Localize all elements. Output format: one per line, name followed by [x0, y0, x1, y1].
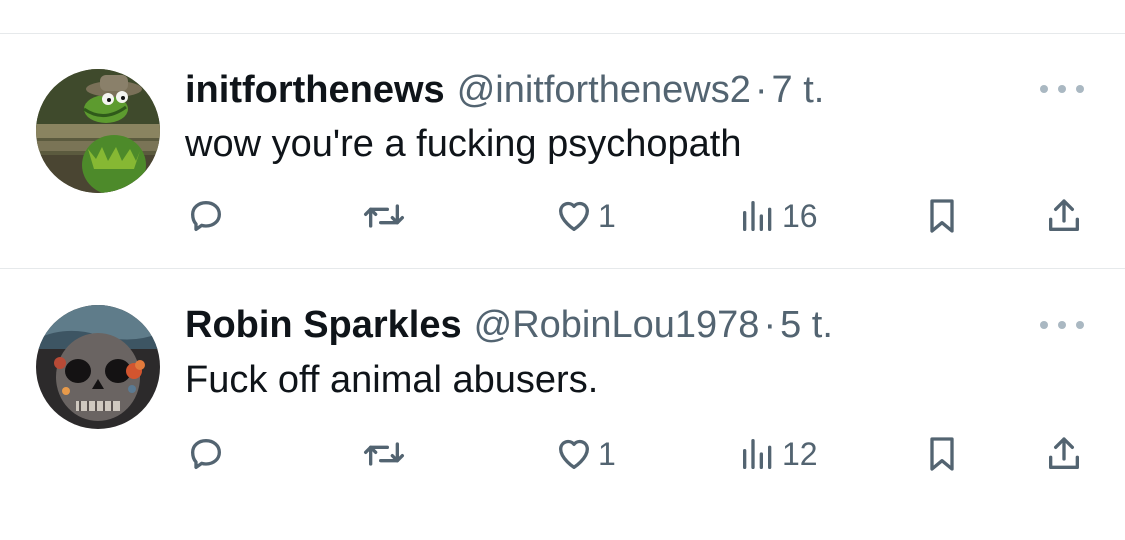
more-icon[interactable] — [1040, 315, 1084, 335]
reply-button[interactable] — [186, 432, 226, 476]
retweet-button[interactable] — [362, 432, 406, 476]
timestamp[interactable]: 7 t. — [772, 69, 825, 111]
share-button[interactable] — [1044, 432, 1084, 476]
views-button[interactable]: 16 — [738, 194, 818, 238]
handle[interactable]: @initforthenews2 — [457, 69, 751, 111]
tweet-header: initforthenews @initforthenews2 · 7 t. — [185, 68, 824, 112]
share-icon — [1049, 437, 1079, 469]
view-count: 12 — [782, 435, 818, 472]
separator: · — [754, 69, 768, 111]
action-bar: 1 12 — [0, 432, 1125, 476]
timestamp[interactable]: 5 t. — [780, 304, 833, 346]
avatar[interactable] — [36, 69, 160, 193]
tweet-text: wow you're a fucking psychopath — [185, 123, 742, 165]
like-count: 1 — [598, 435, 616, 472]
bookmark-icon — [930, 199, 954, 233]
action-bar: 1 16 — [0, 194, 1125, 238]
kermit-frog-avatar — [36, 69, 160, 193]
view-count: 16 — [782, 197, 818, 234]
more-icon[interactable] — [1040, 79, 1084, 99]
reply-icon — [191, 439, 221, 469]
bookmark-button[interactable] — [922, 432, 962, 476]
retweet-icon — [363, 442, 404, 466]
handle[interactable]: @RobinLou1978 — [474, 304, 760, 346]
views-icon — [743, 439, 772, 469]
retweet-button[interactable] — [362, 194, 406, 238]
tweet-text: Fuck off animal abusers. — [185, 359, 599, 401]
tweet-divider — [0, 268, 1125, 269]
views-icon — [743, 201, 772, 231]
reply-icon — [191, 201, 221, 231]
views-button[interactable]: 12 — [738, 432, 818, 476]
reply-button[interactable] — [186, 194, 226, 238]
share-icon — [1049, 199, 1079, 231]
tweet-header: Robin Sparkles @RobinLou1978 · 5 t. — [185, 303, 833, 347]
avatar[interactable] — [36, 305, 160, 429]
top-divider — [0, 33, 1125, 34]
bookmark-icon — [930, 437, 954, 471]
heart-icon — [559, 439, 589, 469]
display-name[interactable]: initforthenews — [185, 69, 445, 111]
retweet-icon — [363, 204, 404, 228]
like-button[interactable]: 1 — [554, 432, 616, 476]
like-count: 1 — [598, 197, 616, 234]
bookmark-button[interactable] — [922, 194, 962, 238]
display-name[interactable]: Robin Sparkles — [185, 304, 462, 346]
separator: · — [763, 304, 777, 346]
heart-icon — [559, 201, 589, 231]
floral-skull-avatar — [36, 305, 160, 429]
like-button[interactable]: 1 — [554, 194, 616, 238]
share-button[interactable] — [1044, 194, 1084, 238]
